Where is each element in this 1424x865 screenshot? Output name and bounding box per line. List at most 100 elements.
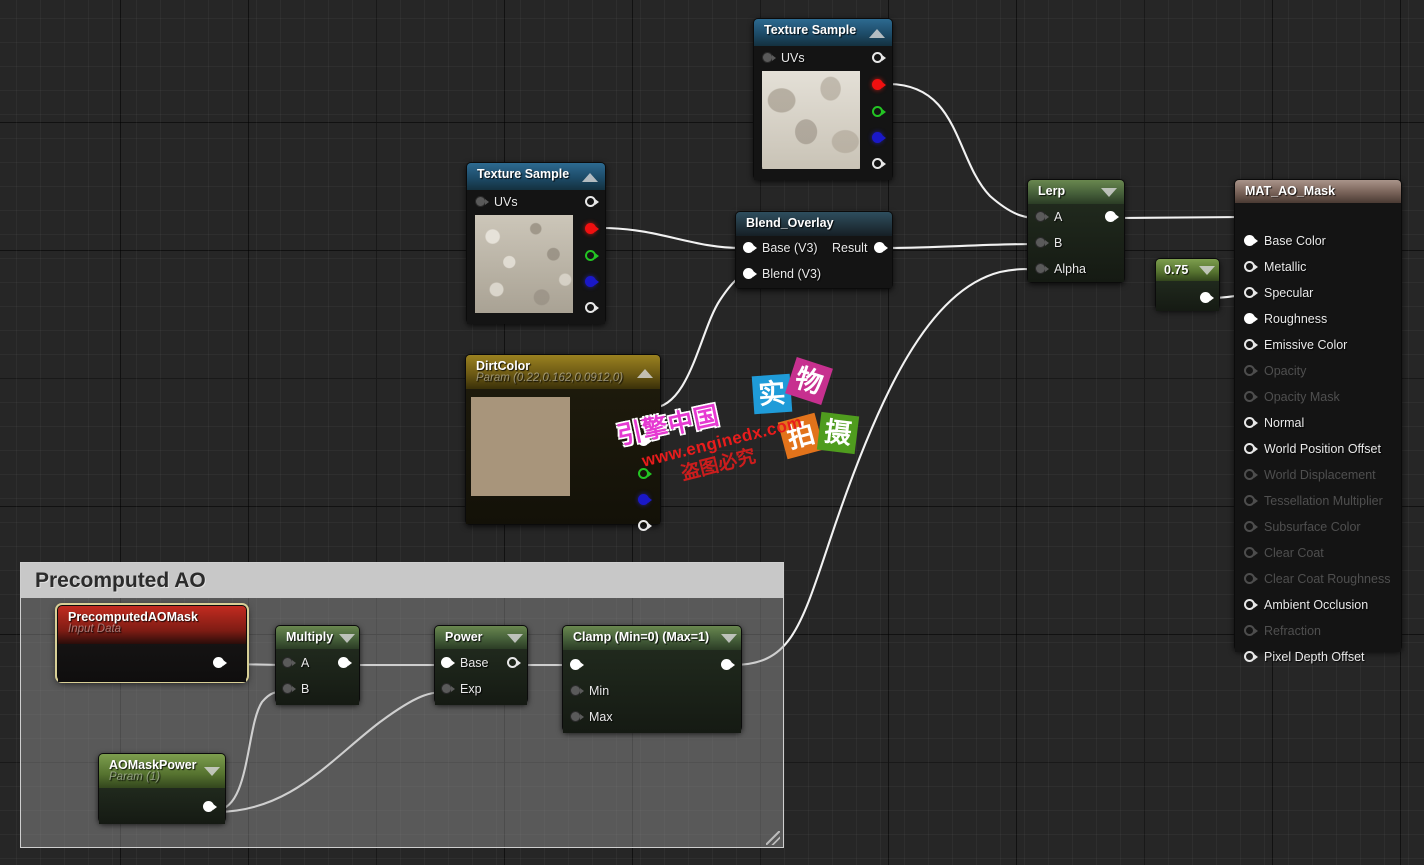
triangle-down-icon[interactable] <box>339 634 355 643</box>
triangle-up-icon[interactable] <box>637 369 653 378</box>
alpha-input-pin[interactable] <box>1035 263 1048 276</box>
node-body: Base Exp <box>435 649 527 705</box>
node-subtitle: Input Data <box>68 623 238 635</box>
base-color-input-pin[interactable] <box>1244 235 1257 248</box>
specular-input-pin[interactable] <box>1244 287 1257 300</box>
a-output-pin[interactable] <box>872 158 885 171</box>
node-blend-overlay[interactable]: Blend_Overlay Base (V3) Blend (V3) Resul… <box>735 211 893 289</box>
node-precomputed-ao-mask[interactable]: PrecomputedAOMask Input Data <box>57 605 247 681</box>
aomask-output-pin[interactable] <box>213 657 226 670</box>
r-output-pin[interactable] <box>872 79 885 92</box>
pin-label-a: A <box>301 656 309 670</box>
node-header[interactable]: Texture Sample <box>754 19 892 46</box>
g-output-pin[interactable] <box>638 468 651 481</box>
node-constant-075[interactable]: 0.75 <box>1155 258 1220 310</box>
color-swatch[interactable] <box>471 397 570 496</box>
roughness-input-pin[interactable] <box>1244 313 1257 326</box>
node-clamp[interactable]: Clamp (Min=0) (Max=1) Min Max <box>562 625 742 732</box>
node-header[interactable]: Clamp (Min=0) (Max=1) <box>563 626 741 650</box>
node-multiply[interactable]: Multiply A B <box>275 625 360 704</box>
clear-coat-roughness-input-pin[interactable] <box>1244 573 1257 586</box>
a-output-pin[interactable] <box>638 520 651 533</box>
uvs-pin[interactable] <box>475 196 488 209</box>
pin-label-normal: Normal <box>1264 416 1304 430</box>
node-power[interactable]: Power Base Exp <box>434 625 528 704</box>
triangle-up-icon[interactable] <box>869 29 885 38</box>
world-position-offset-input-pin[interactable] <box>1244 443 1257 456</box>
triangle-down-icon[interactable] <box>1199 266 1215 275</box>
node-header[interactable]: AOMaskPower Param (1) <box>99 754 225 788</box>
rgb-output-pin[interactable] <box>585 196 598 209</box>
clamp-output-pin[interactable] <box>721 659 734 672</box>
node-lerp[interactable]: Lerp A B Alpha <box>1027 179 1125 283</box>
pin-label-blend-v3: Blend (V3) <box>762 267 821 281</box>
world-displacement-input-pin[interactable] <box>1244 469 1257 482</box>
node-header[interactable]: Power <box>435 626 527 649</box>
emissive-color-input-pin[interactable] <box>1244 339 1257 352</box>
pin-label-clear-coat-roughness: Clear Coat Roughness <box>1264 572 1390 586</box>
b-output-pin[interactable] <box>638 494 651 507</box>
b-input-pin[interactable] <box>1035 237 1048 250</box>
base-input-pin[interactable] <box>441 657 454 670</box>
ambient-occlusion-input-pin[interactable] <box>1244 599 1257 612</box>
pixel-depth-offset-input-pin[interactable] <box>1244 651 1257 664</box>
comment-resize-handle[interactable] <box>766 831 780 845</box>
node-title: Texture Sample <box>764 23 884 37</box>
lerp-output-pin[interactable] <box>1105 211 1118 224</box>
base-v3-input-pin[interactable] <box>743 242 756 255</box>
tessellation-multiplier-input-pin[interactable] <box>1244 495 1257 508</box>
exp-input-pin[interactable] <box>441 683 454 696</box>
pin-label-emissive-color: Emissive Color <box>1264 338 1347 352</box>
param-output-pin[interactable] <box>203 801 216 814</box>
uvs-pin[interactable] <box>762 52 775 65</box>
rgb-output-pin[interactable] <box>638 435 651 448</box>
node-ao-mask-power[interactable]: AOMaskPower Param (1) <box>98 753 226 823</box>
refraction-input-pin[interactable] <box>1244 625 1257 638</box>
min-input-pin[interactable] <box>570 685 583 698</box>
node-dirt-color[interactable]: DirtColor Param (0.22,0.162,0.0912,0) <box>465 354 661 525</box>
node-texture-sample-top[interactable]: Texture Sample UVs <box>753 18 893 180</box>
result-output-pin[interactable] <box>874 242 887 255</box>
node-title: Texture Sample <box>477 167 597 181</box>
multiply-output-pin[interactable] <box>338 657 351 670</box>
b-output-pin[interactable] <box>585 276 598 289</box>
value-input-pin[interactable] <box>570 659 583 672</box>
node-material-output[interactable]: MAT_AO_Mask Base Color Metallic Specular… <box>1234 179 1402 651</box>
triangle-down-icon[interactable] <box>1101 188 1117 197</box>
opacity-mask-input-pin[interactable] <box>1244 391 1257 404</box>
b-output-pin[interactable] <box>872 132 885 145</box>
b-input-pin[interactable] <box>282 683 295 696</box>
a-input-pin[interactable] <box>1035 211 1048 224</box>
max-input-pin[interactable] <box>570 711 583 724</box>
normal-input-pin[interactable] <box>1244 417 1257 430</box>
node-header[interactable]: Texture Sample <box>467 163 605 190</box>
triangle-down-icon[interactable] <box>721 634 737 643</box>
subsurface-color-input-pin[interactable] <box>1244 521 1257 534</box>
node-header[interactable]: 0.75 <box>1156 259 1219 281</box>
node-header[interactable]: Lerp <box>1028 180 1124 204</box>
g-output-pin[interactable] <box>872 106 885 119</box>
node-texture-sample-mid[interactable]: Texture Sample UVs <box>466 162 606 324</box>
power-output-pin[interactable] <box>507 657 520 670</box>
r-output-pin[interactable] <box>585 223 598 236</box>
blend-v3-input-pin[interactable] <box>743 268 756 281</box>
triangle-down-icon[interactable] <box>507 634 523 643</box>
pin-label-uvs: UVs <box>781 51 805 65</box>
constant-output-pin[interactable] <box>1200 292 1213 305</box>
node-header[interactable]: DirtColor Param (0.22,0.162,0.0912,0) <box>466 355 660 389</box>
g-output-pin[interactable] <box>585 250 598 263</box>
opacity-input-pin[interactable] <box>1244 365 1257 378</box>
metallic-input-pin[interactable] <box>1244 261 1257 274</box>
clear-coat-input-pin[interactable] <box>1244 547 1257 560</box>
triangle-up-icon[interactable] <box>582 173 598 182</box>
triangle-down-icon[interactable] <box>204 767 220 776</box>
comment-title[interactable]: Precomputed AO <box>21 563 783 598</box>
node-header[interactable]: Blend_Overlay <box>736 212 892 236</box>
a-input-pin[interactable] <box>282 657 295 670</box>
node-header[interactable]: MAT_AO_Mask <box>1235 180 1401 203</box>
node-header[interactable]: Multiply <box>276 626 359 649</box>
node-header[interactable]: PrecomputedAOMask Input Data <box>58 606 246 644</box>
a-output-pin[interactable] <box>585 302 598 315</box>
pin-label-subsurface-color: Subsurface Color <box>1264 520 1361 534</box>
rgb-output-pin[interactable] <box>872 52 885 65</box>
